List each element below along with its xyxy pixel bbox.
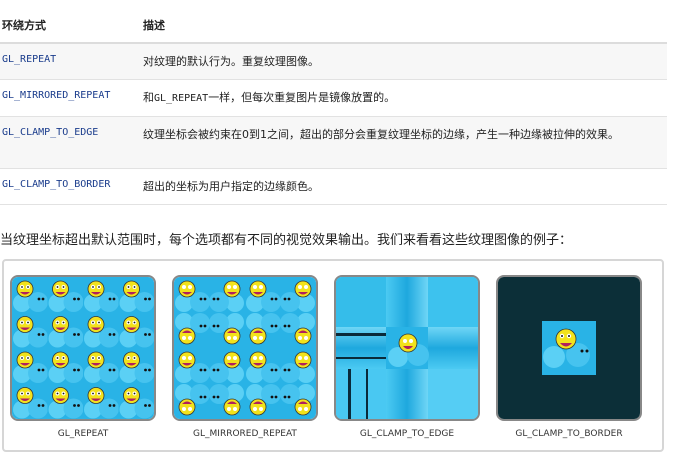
wrap-mode-name: GL_CLAMP_TO_EDGE bbox=[2, 127, 99, 138]
texture-image-clamp-to-border bbox=[496, 275, 642, 421]
figure-clamp-to-edge: GL_CLAMP_TO_EDGE bbox=[334, 275, 480, 439]
wrap-mode-description: 纹理坐标会被约束在0到1之间，超出的部分会重复纹理坐标的边缘，产生一种边缘被拉伸… bbox=[143, 128, 619, 141]
wrap-mode-name: GL_MIRRORED_REPEAT bbox=[2, 90, 111, 101]
table-row: GL_REPEAT 对纹理的默认行为。重复纹理图像。 bbox=[0, 44, 667, 80]
table-row: GL_CLAMP_TO_BORDER 超出的坐标为用户指定的边缘颜色。 bbox=[0, 169, 667, 205]
inline-code: GL_REPEAT bbox=[154, 93, 209, 104]
figure-caption: GL_MIRRORED_REPEAT bbox=[193, 429, 297, 439]
texture-image-clamp-to-edge bbox=[334, 275, 480, 421]
figure-caption: GL_REPEAT bbox=[57, 429, 109, 439]
wrap-mode-description: 对纹理的默认行为。重复纹理图像。 bbox=[143, 55, 319, 68]
header-wrap-mode: 环绕方式 bbox=[2, 19, 46, 32]
figure-repeat: GL_REPEAT bbox=[10, 275, 156, 439]
table-header: 环绕方式 描述 bbox=[0, 0, 667, 44]
wrap-mode-name: GL_REPEAT bbox=[2, 54, 57, 65]
texture-image-mirrored-repeat bbox=[172, 275, 318, 421]
wrap-modes-table: 环绕方式 描述 GL_REPEAT 对纹理的默认行为。重复纹理图像。 GL_MI… bbox=[0, 0, 667, 205]
texture-examples-gallery: GL_REPEAT GL_MIRRORED_REPEAT GL_CLAMP_TO… bbox=[2, 259, 664, 452]
figure-mirrored-repeat: GL_MIRRORED_REPEAT bbox=[172, 275, 318, 439]
figure-caption: GL_CLAMP_TO_BORDER bbox=[515, 429, 623, 439]
header-description: 描述 bbox=[143, 19, 165, 32]
wrap-mode-name: GL_CLAMP_TO_BORDER bbox=[2, 179, 111, 190]
table-row: GL_CLAMP_TO_EDGE 纹理坐标会被约束在0到1之间，超出的部分会重复… bbox=[0, 117, 667, 169]
wrap-mode-description: 和GL_REPEAT一样，但每次重复图片是镜像放置的。 bbox=[143, 91, 396, 104]
table-row: GL_MIRRORED_REPEAT 和GL_REPEAT一样，但每次重复图片是… bbox=[0, 80, 667, 117]
figure-caption: GL_CLAMP_TO_EDGE bbox=[359, 429, 455, 439]
intro-paragraph: 当纹理坐标超出默认范围时，每个选项都有不同的视觉效果输出。我们来看看这些纹理图像… bbox=[0, 233, 573, 248]
texture-image-repeat bbox=[10, 275, 156, 421]
figure-clamp-to-border: GL_CLAMP_TO_BORDER bbox=[496, 275, 642, 439]
wrap-mode-description: 超出的坐标为用户指定的边缘颜色。 bbox=[143, 180, 319, 193]
